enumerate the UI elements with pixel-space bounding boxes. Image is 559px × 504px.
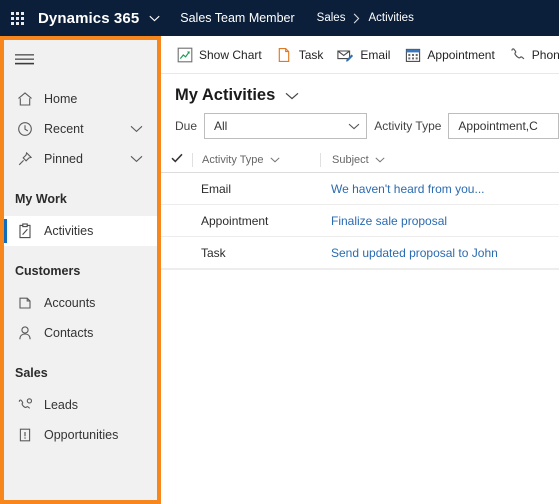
new-email-button[interactable]: Email [330, 36, 397, 73]
subject-link[interactable]: Finalize sale proposal [331, 214, 447, 228]
sidebar-group-sales: Sales [15, 366, 48, 380]
grid-bottom-divider [161, 269, 559, 270]
breadcrumb-item-activities[interactable]: Activities [368, 12, 413, 24]
app-name-label[interactable]: Sales Team Member [180, 11, 294, 25]
sidebar-item-label: Leads [44, 398, 79, 412]
opportunity-icon [15, 426, 34, 445]
main-content-area: Show Chart Task Email Appointment Pho My… [161, 36, 559, 504]
cell-subject: We haven't heard from you... [320, 182, 559, 196]
sidebar-content: Home Recent Pinned My Work Activities Cu… [4, 40, 157, 500]
chevron-down-icon[interactable] [130, 144, 143, 174]
home-icon [15, 90, 34, 109]
task-page-icon [276, 46, 293, 63]
cell-activity-type: Task [201, 245, 226, 260]
column-header-subject[interactable]: Subject [320, 152, 559, 167]
chevron-down-icon [270, 154, 280, 166]
sidebar-item-label: Recent [44, 122, 84, 136]
activity-type-filter-value: Appointment,C [458, 119, 538, 133]
table-row[interactable]: Appointment Finalize sale proposal [161, 205, 559, 237]
chevron-down-icon[interactable] [130, 114, 143, 144]
column-header-label: Subject [332, 153, 369, 166]
sidebar-item-label: Contacts [44, 326, 94, 340]
subject-link[interactable]: We haven't heard from you... [331, 182, 484, 196]
cell-activity-type: Email [201, 181, 232, 196]
activity-type-filter[interactable]: Appointment,C [448, 113, 559, 139]
command-bar: Show Chart Task Email Appointment Pho [161, 36, 559, 74]
app-launcher-grid-icon [10, 11, 24, 25]
sidebar-item-leads[interactable]: Leads [4, 390, 157, 420]
activity-type-filter-label: Activity Type [374, 119, 442, 133]
lead-phone-icon [15, 396, 34, 415]
show-chart-icon [176, 46, 193, 63]
clipboard-icon [15, 222, 34, 241]
due-filter[interactable]: All [204, 113, 368, 139]
table-row[interactable]: Task Send updated proposal to John [161, 237, 559, 269]
sidebar-item-label: Home [44, 92, 78, 106]
sidebar-item-opportunities[interactable]: Opportunities [4, 420, 157, 450]
column-header-activity-type[interactable]: Activity Type [192, 152, 320, 167]
phone-icon [509, 46, 526, 63]
left-navigation-sidebar: Home Recent Pinned My Work Activities Cu… [0, 36, 161, 504]
calendar-icon [404, 46, 421, 63]
cell-subject: Finalize sale proposal [320, 214, 559, 228]
sidebar-item-label: Accounts [44, 296, 96, 310]
chevron-down-icon [375, 154, 385, 166]
dynamics-365-window: Dynamics 365 Sales Team Member Sales Act… [0, 0, 559, 504]
column-header-label: Activity Type [202, 153, 264, 166]
sidebar-group-customers: Customers [15, 264, 81, 278]
command-label: Phone Call [531, 47, 559, 62]
person-icon [15, 324, 34, 343]
grid-header-row: Activity Type Subject [161, 147, 559, 173]
cell-subject: Send updated proposal to John [320, 246, 559, 260]
sidebar-item-activities[interactable]: Activities [4, 216, 157, 246]
view-title: My Activities [175, 86, 276, 104]
show-chart-button[interactable]: Show Chart [169, 36, 269, 73]
hamburger-menu-button[interactable] [4, 40, 157, 78]
building-icon [15, 294, 34, 313]
cell-activity-type: Appointment [201, 213, 269, 228]
brand-title[interactable]: Dynamics 365 [38, 10, 139, 27]
email-envelope-icon [337, 46, 354, 63]
checkmark-icon [170, 153, 183, 166]
sidebar-group-my-work: My Work [15, 192, 67, 206]
table-row[interactable]: Email We haven't heard from you... [161, 173, 559, 205]
sidebar-item-recent[interactable]: Recent [4, 114, 157, 144]
command-label: Appointment [427, 47, 495, 62]
new-phone-call-button[interactable]: Phone Call [502, 36, 559, 73]
command-label: Task [298, 47, 324, 62]
chevron-right-icon [353, 13, 360, 24]
activities-grid: Activity Type Subject Email We haven't h… [161, 147, 559, 270]
chevron-down-icon [348, 119, 360, 133]
command-label: Show Chart [199, 47, 262, 62]
view-selector-chevron-down-icon[interactable] [285, 92, 299, 100]
app-launcher-button[interactable] [0, 0, 34, 36]
filter-row: Due All Activity Type Appointment,C [161, 111, 559, 147]
sidebar-item-label: Activities [44, 224, 94, 238]
sidebar-item-label: Pinned [44, 152, 83, 166]
due-filter-label: Due [175, 119, 198, 133]
view-header: My Activities [161, 74, 559, 111]
sidebar-item-contacts[interactable]: Contacts [4, 318, 157, 348]
subject-link[interactable]: Send updated proposal to John [331, 246, 498, 260]
select-all-checkbox[interactable] [161, 153, 192, 166]
sidebar-item-accounts[interactable]: Accounts [4, 288, 157, 318]
clock-icon [15, 120, 34, 139]
top-header-bar: Dynamics 365 Sales Team Member Sales Act… [0, 0, 559, 36]
due-filter-value: All [214, 119, 228, 133]
sidebar-item-label: Opportunities [44, 428, 119, 442]
pin-icon [15, 150, 34, 169]
sidebar-item-home[interactable]: Home [4, 84, 157, 114]
hamburger-menu-icon [15, 53, 34, 66]
breadcrumb: Sales Activities [317, 12, 414, 24]
sidebar-item-pinned[interactable]: Pinned [4, 144, 157, 174]
new-task-button[interactable]: Task [269, 36, 331, 73]
brand-chevron-down-icon[interactable] [148, 0, 160, 36]
new-appointment-button[interactable]: Appointment [397, 36, 501, 73]
breadcrumb-item-sales[interactable]: Sales [317, 12, 346, 24]
command-label: Email [360, 47, 391, 62]
